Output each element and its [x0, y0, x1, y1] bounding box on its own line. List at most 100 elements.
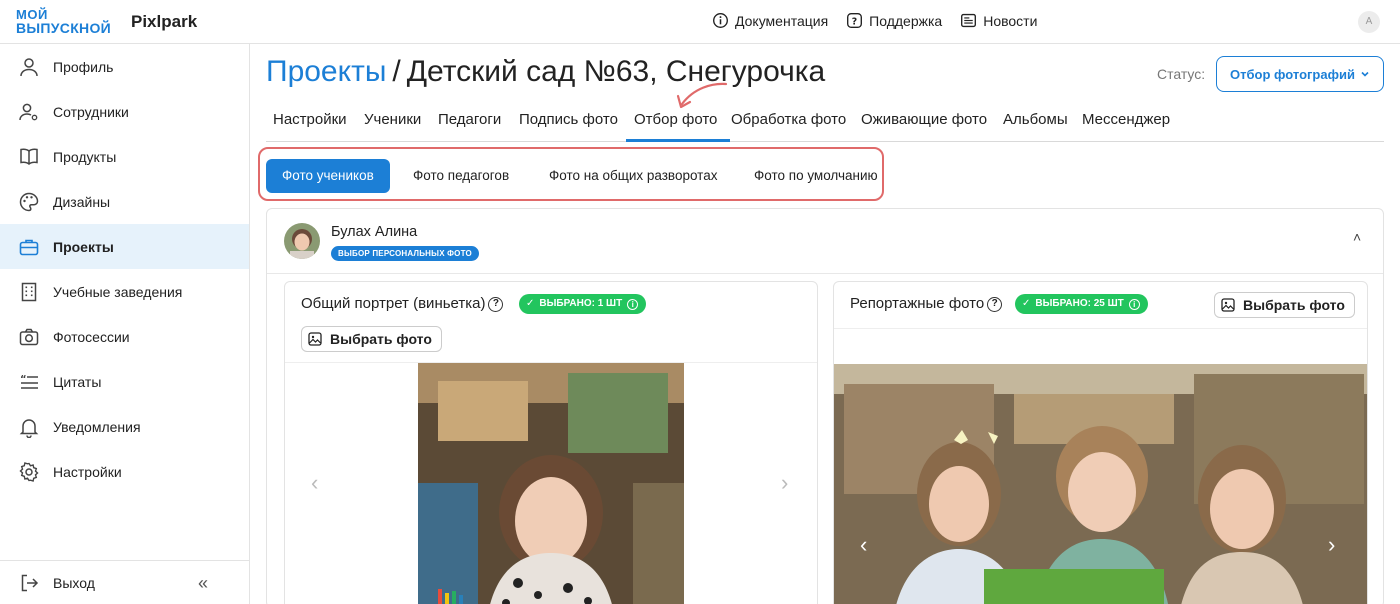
quote-icon: “ — [20, 374, 38, 389]
divider — [834, 328, 1367, 329]
logo[interactable]: МОЙ ВЫПУСКНОЙ — [16, 8, 116, 36]
collapse-sidebar-button[interactable]: « — [198, 574, 208, 592]
project-name: Детский сад №63, Снегурочка — [406, 55, 826, 88]
annotation-arrow — [676, 82, 728, 109]
docs-link[interactable]: Документация — [712, 12, 828, 29]
select-photo-label: Выбрать фото — [1243, 297, 1345, 313]
logout-button[interactable]: Выход — [18, 572, 95, 594]
news-icon — [961, 13, 977, 28]
tab-photo-processing[interactable]: Обработка фото — [731, 111, 846, 128]
student-name: Булах Алина — [331, 224, 418, 240]
next-photo-arrow[interactable]: › — [1328, 532, 1335, 558]
subtab-teacher-photos[interactable]: Фото педагогов — [397, 159, 525, 193]
reportage-title: Репортажные фото — [850, 295, 985, 312]
logo-line2: ВЫПУСКНОЙ — [16, 20, 112, 36]
help-icon: ? — [847, 13, 863, 28]
top-nav: Документация ? Поддержка Новости — [712, 12, 1037, 29]
brand-name: Pixlpark — [131, 12, 198, 31]
breadcrumb-separator: / — [392, 55, 401, 88]
news-label: Новости — [983, 12, 1038, 29]
user-avatar[interactable]: A — [1358, 11, 1380, 33]
help-icon[interactable]: ? — [987, 296, 1003, 312]
panel-title: Репортажные фото? — [850, 295, 1003, 312]
sidebar-item-projects[interactable]: Проекты — [0, 224, 249, 269]
sidebar-item-products[interactable]: Продукты — [0, 134, 249, 179]
reportage-photo[interactable] — [834, 364, 1368, 604]
tab-albums[interactable]: Альбомы — [1003, 111, 1068, 128]
sidebar-footer: Выход « — [0, 560, 249, 604]
selected-count-badge[interactable]: ✓ ВЫБРАНО: 25 ШТ i — [1015, 294, 1148, 314]
sidebar-item-label: Уведомления — [53, 418, 141, 435]
bell-icon — [19, 418, 39, 438]
tab-photo-selection[interactable]: Отбор фото — [634, 111, 717, 128]
status-label: Статус: — [1157, 66, 1206, 82]
chevron-down-icon — [1361, 71, 1369, 77]
book-icon — [20, 148, 38, 165]
sidebar-item-label: Дизайны — [53, 193, 111, 210]
support-link[interactable]: ? Поддержка — [846, 12, 942, 29]
prev-photo-arrow[interactable]: ‹ — [311, 470, 318, 496]
subtab-default-photos[interactable]: Фото по умолчанию — [738, 159, 894, 193]
subtab-spread-photos[interactable]: Фото на общих разворотах — [533, 159, 733, 193]
panel-title: Общий портрет (виньетка)? — [301, 295, 504, 312]
tab-settings[interactable]: Настройки — [273, 111, 347, 128]
status-dropdown[interactable]: Отбор фотографий — [1216, 56, 1384, 92]
student-card: Булах Алина ВЫБОР ПЕРСОНАЛЬНЫХ ФОТО ˄ Об… — [266, 208, 1384, 604]
tab-teachers[interactable]: Педагоги — [438, 111, 501, 128]
support-label: Поддержка — [869, 12, 943, 29]
selected-count-badge[interactable]: ✓ ВЫБРАНО: 1 ШТ i — [519, 294, 647, 314]
subtabs-highlight: Фото учеников Фото педагогов Фото на общ… — [258, 147, 884, 201]
portrait-photo[interactable] — [418, 363, 684, 604]
sidebar-item-label: Проекты — [53, 238, 114, 255]
project-tabs: Настройки Ученики Педагоги Подпись фото … — [266, 100, 1384, 142]
next-photo-arrow[interactable]: › — [781, 470, 788, 496]
sidebar-item-designs[interactable]: Дизайны — [0, 179, 249, 224]
select-photo-label: Выбрать фото — [330, 331, 432, 347]
info-icon — [713, 13, 728, 28]
sidebar-item-label: Профиль — [53, 58, 114, 75]
tab-live-photos[interactable]: Оживающие фото — [861, 111, 987, 128]
sidebar-item-label: Продукты — [53, 148, 117, 165]
tab-photo-caption[interactable]: Подпись фото — [519, 111, 618, 128]
logout-label: Выход — [53, 575, 95, 591]
check-icon: ✓ — [1022, 298, 1031, 309]
subtab-student-photos[interactable]: Фото учеников — [266, 159, 390, 193]
user-icon — [20, 57, 38, 76]
selected-count: ВЫБРАНО: 25 ШТ — [1035, 298, 1124, 309]
briefcase-icon — [19, 239, 39, 255]
info-icon: i — [1128, 298, 1140, 310]
status-badge: ВЫБОР ПЕРСОНАЛЬНЫХ ФОТО — [331, 246, 479, 261]
tab-students[interactable]: Ученики — [364, 111, 421, 128]
sidebar: Профиль Сотрудники Продукты Дизайны Прое… — [0, 44, 250, 604]
sidebar-item-label: Цитаты — [53, 373, 102, 390]
news-link[interactable]: Новости — [960, 12, 1037, 29]
sidebar-item-photosessions[interactable]: Фотосессии — [0, 314, 249, 359]
active-tab-indicator — [626, 139, 730, 142]
camera-icon — [19, 328, 39, 345]
check-icon: ✓ — [526, 298, 535, 309]
docs-label: Документация — [735, 12, 829, 29]
image-icon — [1221, 298, 1235, 312]
sidebar-item-settings[interactable]: Настройки — [0, 449, 249, 494]
tab-messenger[interactable]: Мессенджер — [1082, 111, 1170, 128]
portrait-panel: Общий портрет (виньетка)? ✓ ВЫБРАНО: 1 Ш… — [284, 281, 818, 604]
sidebar-item-profile[interactable]: Профиль — [0, 44, 249, 89]
sidebar-item-quotes[interactable]: “ Цитаты — [0, 359, 249, 404]
selected-count: ВЫБРАНО: 1 ШТ — [539, 298, 623, 309]
reportage-panel: Репортажные фото? ✓ ВЫБРАНО: 25 ШТ i Выб… — [833, 281, 1368, 604]
prev-photo-arrow[interactable]: ‹ — [860, 532, 867, 558]
top-header: МОЙ ВЫПУСКНОЙ Pixlpark Документация ? По… — [0, 0, 1400, 44]
breadcrumb-projects[interactable]: Проекты — [266, 55, 386, 88]
building-icon — [21, 282, 37, 301]
gear-icon — [19, 461, 39, 482]
sidebar-item-notifications[interactable]: Уведомления — [0, 404, 249, 449]
chevron-up-icon[interactable]: ˄ — [1353, 229, 1361, 245]
select-photo-button[interactable]: Выбрать фото — [301, 326, 442, 352]
sidebar-item-schools[interactable]: Учебные заведения — [0, 269, 249, 314]
sidebar-item-label: Настройки — [53, 463, 122, 480]
sidebar-item-staff[interactable]: Сотрудники — [0, 89, 249, 134]
logout-icon — [21, 574, 39, 592]
select-photo-button[interactable]: Выбрать фото — [1214, 292, 1355, 318]
divider — [267, 273, 1383, 274]
help-icon[interactable]: ? — [488, 296, 504, 312]
